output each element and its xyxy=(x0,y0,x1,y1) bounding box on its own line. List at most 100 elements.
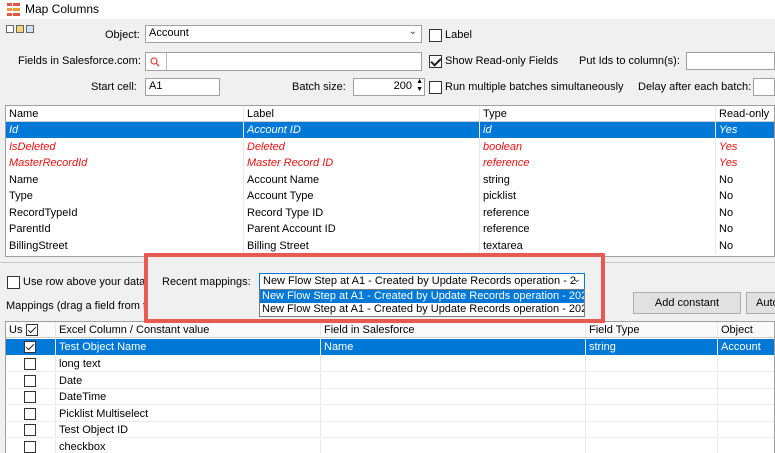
table-row[interactable]: DateTime xyxy=(6,389,774,406)
object-select-value: Account xyxy=(149,27,189,39)
table-row[interactable]: Picklist Multiselect xyxy=(6,405,774,422)
cell-label: Account Name xyxy=(244,171,480,188)
table-row[interactable]: Name Account Name string No xyxy=(6,171,774,188)
highlight-box xyxy=(144,253,605,323)
spinner-icon[interactable]: ▲ ▼ xyxy=(416,79,423,94)
fields-label: Fields in Salesforce.com: xyxy=(18,55,141,67)
title-bar: Map Columns xyxy=(0,0,775,19)
row-checkbox[interactable] xyxy=(24,424,36,436)
table-row[interactable]: Date xyxy=(6,372,774,389)
cell-name: Id xyxy=(6,122,244,139)
open-icon[interactable] xyxy=(16,25,24,33)
header-use[interactable]: Us xyxy=(6,322,56,338)
table-row[interactable]: Type Account Type picklist No xyxy=(6,188,774,205)
cell-readonly: No xyxy=(716,172,774,188)
cell-label: Parent Account ID xyxy=(244,221,480,238)
cell-readonly: No xyxy=(716,221,774,237)
use-row-checkbox[interactable] xyxy=(7,276,20,289)
cell-field xyxy=(321,422,586,438)
row-checkbox[interactable] xyxy=(24,391,36,403)
cell-object: Account xyxy=(718,339,774,355)
select-all-checkbox[interactable] xyxy=(26,324,38,336)
search-icon xyxy=(150,57,160,67)
cell-label: Record Type ID xyxy=(244,204,480,221)
object-select[interactable]: Account ⌄ xyxy=(145,25,422,43)
header-type[interactable]: Type xyxy=(480,106,716,122)
table-row[interactable]: Test Object ID xyxy=(6,422,774,439)
cell-type: picklist xyxy=(480,188,716,205)
label-checkbox-text: Label xyxy=(445,29,472,41)
cell-field xyxy=(321,389,586,405)
batch-size-label: Batch size: xyxy=(292,81,346,93)
save-icon[interactable] xyxy=(26,25,34,33)
delay-input[interactable] xyxy=(753,78,775,96)
table-row[interactable]: IsDeleted Deleted boolean Yes xyxy=(6,138,774,155)
row-checkbox[interactable] xyxy=(24,407,36,420)
start-cell-input[interactable]: A1 xyxy=(145,78,220,96)
fields-table-header: Name Label Type Read-only xyxy=(6,106,774,123)
cell-type: id xyxy=(480,122,716,139)
cell-name: Name xyxy=(6,171,244,188)
fields-search-input[interactable] xyxy=(145,52,422,71)
batch-size-value: 200 xyxy=(393,80,412,92)
header-field-type[interactable]: Field Type xyxy=(586,322,718,338)
cell-type: textarea xyxy=(480,237,716,254)
mapping-table[interactable]: Us Excel Column / Constant value Field i… xyxy=(5,321,775,453)
cell-type xyxy=(586,372,718,388)
cell-object xyxy=(718,356,774,371)
table-row[interactable]: BillingStreet Billing Street textarea No xyxy=(6,237,774,254)
cell-column: DateTime xyxy=(56,389,321,405)
table-row[interactable]: checkbox xyxy=(6,438,774,453)
cell-type: string xyxy=(586,339,718,356)
cell-column: Test Object ID xyxy=(56,422,321,438)
batch-size-input[interactable]: 200 ▲ ▼ xyxy=(353,78,425,96)
cell-type xyxy=(586,438,718,453)
multi-batch-label: Run multiple batches simultaneously xyxy=(445,81,624,93)
cell-column: Date xyxy=(56,372,321,388)
add-constant-button[interactable]: Add constant xyxy=(633,292,741,314)
window-title: Map Columns xyxy=(25,2,100,16)
cell-column: checkbox xyxy=(56,438,321,453)
table-row[interactable]: Id Account ID id Yes xyxy=(6,122,774,139)
header-excel-column[interactable]: Excel Column / Constant value xyxy=(56,322,321,338)
cell-field xyxy=(321,438,586,453)
mapping-table-header: Us Excel Column / Constant value Field i… xyxy=(6,322,774,339)
table-row[interactable]: ParentId Parent Account ID reference No xyxy=(6,221,774,238)
cell-readonly: Yes xyxy=(716,139,774,155)
cell-label: Billing Street xyxy=(244,237,480,254)
cell-type: string xyxy=(480,171,716,188)
table-row[interactable]: long text xyxy=(6,356,774,373)
multi-batch-checkbox[interactable] xyxy=(429,81,442,94)
row-checkbox[interactable] xyxy=(24,440,36,453)
cell-name: MasterRecordId xyxy=(6,155,244,172)
row-checkbox[interactable] xyxy=(24,358,36,370)
cell-label: Account Type xyxy=(244,188,480,205)
put-ids-label: Put Ids to column(s): xyxy=(579,55,680,67)
cell-readonly: Yes xyxy=(716,155,774,171)
auto-button[interactable]: Auto xyxy=(746,292,775,314)
put-ids-input[interactable] xyxy=(686,52,775,70)
header-readonly[interactable]: Read-only xyxy=(716,106,774,121)
header-object[interactable]: Object xyxy=(718,322,774,337)
new-icon[interactable] xyxy=(6,25,14,33)
row-checkbox[interactable] xyxy=(24,341,36,353)
cell-type xyxy=(586,405,718,421)
cell-column: Test Object Name xyxy=(56,339,321,356)
cell-field: Name xyxy=(321,339,586,356)
show-readonly-checkbox[interactable] xyxy=(429,55,442,68)
fields-table[interactable]: Name Label Type Read-only Id Account ID … xyxy=(5,105,775,257)
table-row[interactable]: MasterRecordId Master Record ID referenc… xyxy=(6,155,774,172)
header-name[interactable]: Name xyxy=(6,106,244,122)
header-label[interactable]: Label xyxy=(244,106,480,122)
table-row[interactable]: Test Object Name Name string Account xyxy=(6,339,774,356)
start-cell-label: Start cell: xyxy=(91,81,137,93)
cell-readonly: No xyxy=(716,188,774,204)
header-field[interactable]: Field in Salesforce xyxy=(321,322,586,338)
label-checkbox[interactable] xyxy=(429,29,442,42)
cell-name: BillingStreet xyxy=(6,237,244,254)
table-row[interactable]: RecordTypeId Record Type ID reference No xyxy=(6,204,774,221)
cell-column: long text xyxy=(56,356,321,372)
cell-field xyxy=(321,405,586,421)
row-checkbox[interactable] xyxy=(24,374,36,387)
cell-name: Type xyxy=(6,188,244,205)
